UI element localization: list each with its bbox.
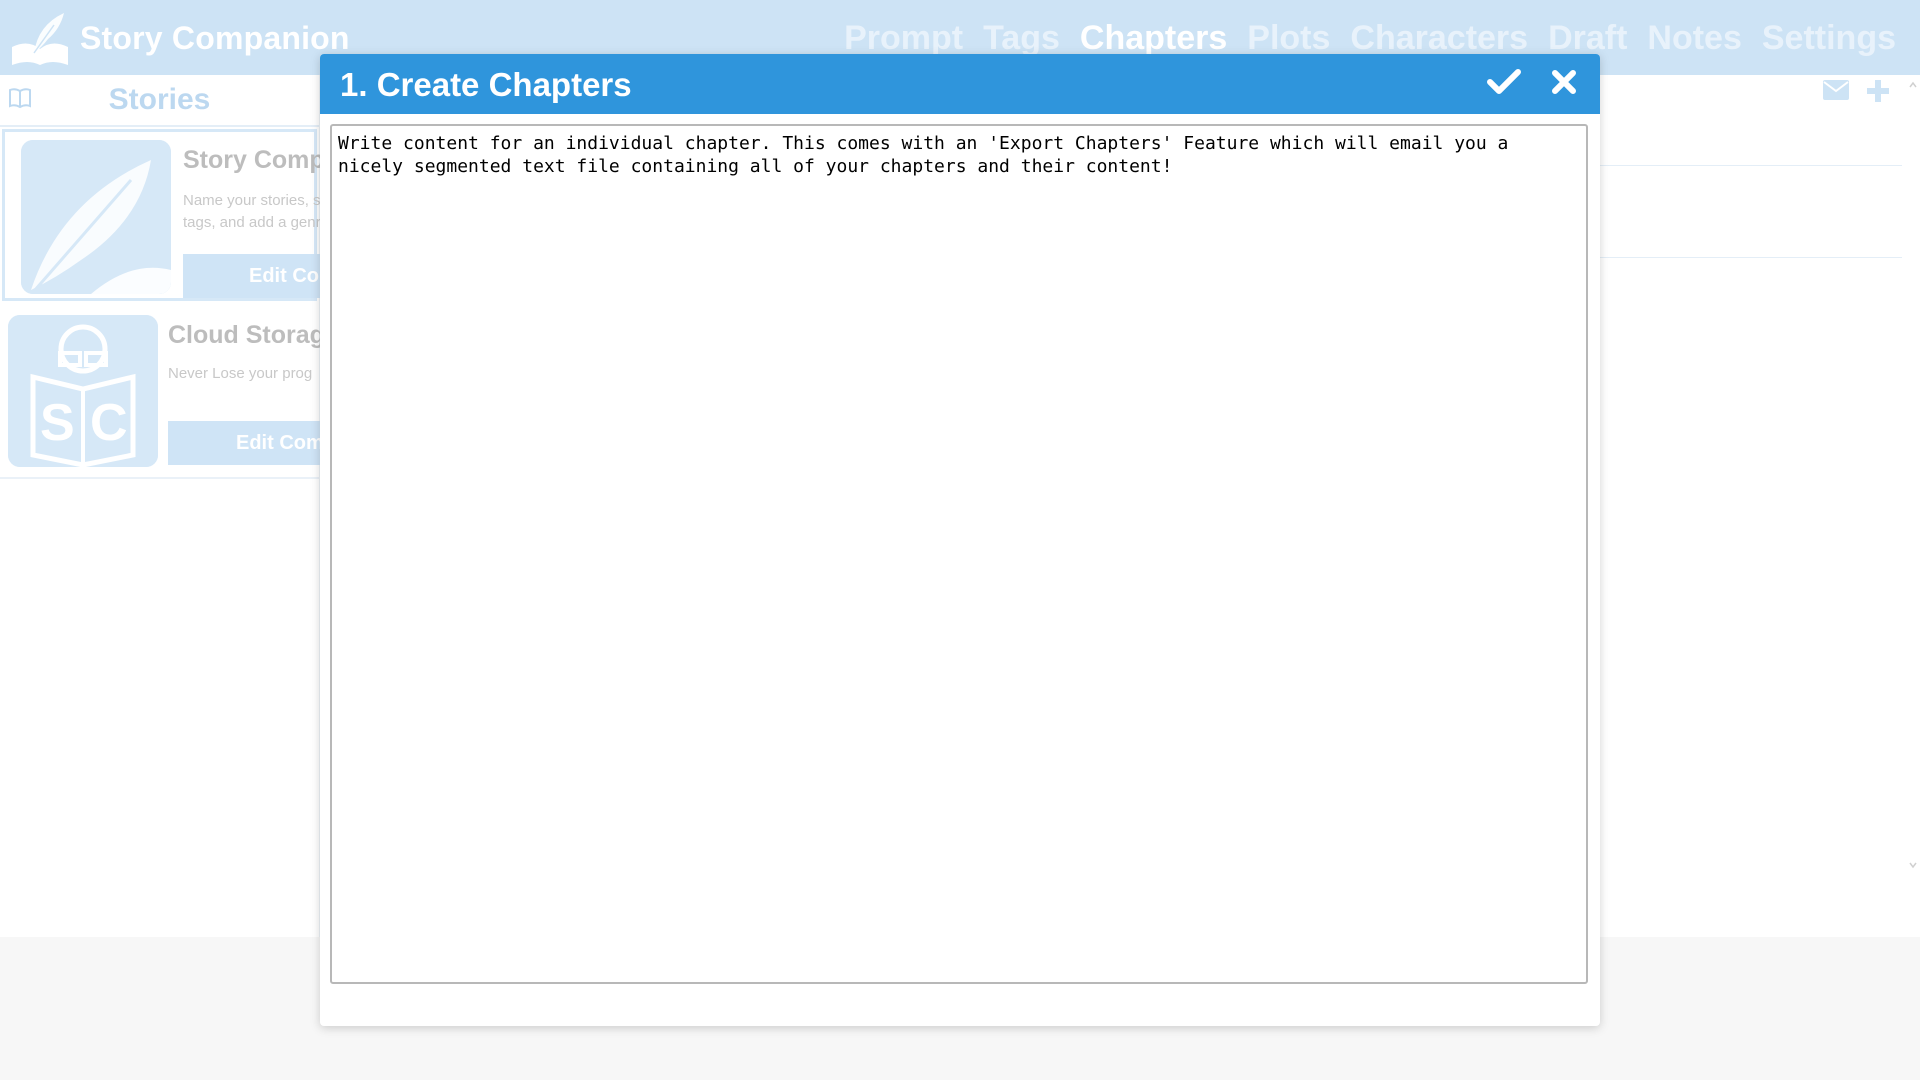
divider	[1600, 257, 1902, 258]
svg-text:S: S	[40, 394, 75, 452]
create-chapters-dialog: 1. Create Chapters Write content for an …	[320, 54, 1600, 1026]
story-card[interactable]: S C Cloud Storag Never Lose your prog Ed…	[0, 303, 368, 479]
nav-item-chapters[interactable]: Chapters	[1080, 19, 1227, 58]
story-name: Cloud Storag	[168, 321, 325, 349]
envelope-icon[interactable]	[1822, 79, 1850, 107]
dialog-title: 1. Create Chapters	[340, 66, 632, 103]
close-button[interactable]	[1544, 66, 1584, 102]
app-title: Story Companion	[80, 19, 350, 56]
scrollbar[interactable]	[1906, 75, 1920, 875]
stories-sidebar: Stories Story Compa Name your stories, s…	[0, 75, 383, 937]
feather-book-logo-icon	[8, 9, 72, 67]
close-icon	[1551, 69, 1577, 99]
story-name: Story Compa	[183, 146, 339, 174]
confirm-button[interactable]	[1484, 66, 1524, 102]
chapter-content-textarea[interactable]: Write content for an individual chapter.…	[330, 124, 1588, 984]
story-description: Never Lose your prog	[168, 365, 313, 382]
nav-item-characters[interactable]: Characters	[1350, 19, 1528, 58]
divider	[1600, 165, 1902, 166]
svg-text:C: C	[90, 394, 128, 452]
sidebar-header: Stories	[0, 75, 319, 127]
nav-item-tags[interactable]: Tags	[983, 19, 1060, 58]
reader-sc-icon: S C	[8, 315, 158, 467]
sidebar-title: Stories	[108, 83, 211, 116]
story-description: Name your stories, s tags, and add a gen…	[183, 192, 321, 231]
nav-item-draft[interactable]: Draft	[1548, 19, 1627, 58]
nav-item-notes[interactable]: Notes	[1647, 19, 1741, 58]
nav-item-settings[interactable]: Settings	[1762, 19, 1896, 58]
content-area	[1600, 75, 1920, 937]
feather-icon	[21, 140, 171, 294]
brand: Story Companion	[8, 8, 350, 68]
nav-item-plots[interactable]: Plots	[1247, 19, 1330, 58]
dialog-header: 1. Create Chapters	[320, 54, 1600, 114]
plus-icon[interactable]	[1866, 79, 1890, 107]
checkmark-icon	[1487, 68, 1521, 100]
story-card[interactable]: Story Compa Name your stories, s tags, a…	[2, 129, 383, 301]
content-toolbar	[1822, 79, 1890, 107]
nav-item-prompt[interactable]: Prompt	[844, 19, 963, 58]
